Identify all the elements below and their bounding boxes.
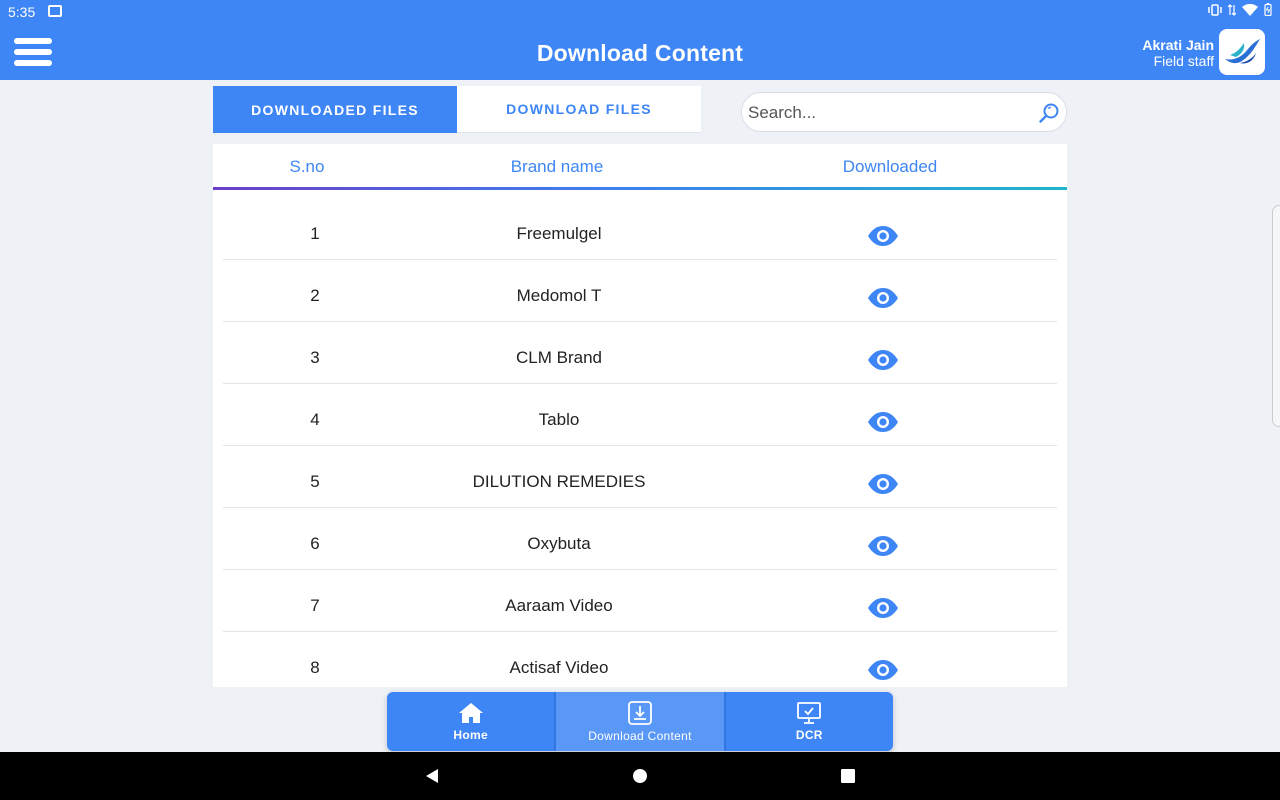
- cell-brand-name: Tablo: [538, 410, 580, 429]
- table-row: 1 Freemulgel: [223, 198, 1057, 260]
- header-divider: [213, 187, 1067, 190]
- table-row: 6 Oxybuta: [223, 508, 1057, 570]
- view-file-button[interactable]: [863, 410, 903, 434]
- nav-dcr-label: DCR: [795, 728, 823, 742]
- cell-sno: 3: [310, 348, 320, 367]
- column-header-sno: S.no: [289, 157, 325, 176]
- eye-icon: [868, 474, 898, 494]
- eye-icon: [868, 226, 898, 246]
- brands-table: S.no Brand name Downloaded 1 Freemulgel 2 M…: [213, 144, 1067, 687]
- search-icon[interactable]: [1038, 102, 1060, 124]
- status-time: 5:35: [8, 4, 36, 20]
- eye-icon: [868, 288, 898, 308]
- view-file-button[interactable]: [863, 658, 903, 682]
- column-header-downloaded: Downloaded: [842, 157, 938, 176]
- user-name: Akrati Jain: [1142, 37, 1214, 53]
- cell-sno: 1: [310, 224, 320, 243]
- system-navigation-bar: [0, 752, 1280, 800]
- nav-dcr[interactable]: DCR: [726, 692, 893, 751]
- nav-home[interactable]: Home: [387, 692, 554, 751]
- table-row: 5 DILUTION REMEDIES: [223, 446, 1057, 508]
- table-row: 7 Aaraam Video: [223, 570, 1057, 632]
- view-file-button[interactable]: [863, 472, 903, 496]
- eye-icon: [868, 536, 898, 556]
- bird-logo-icon: [1225, 39, 1260, 64]
- cell-sno: 7: [310, 596, 320, 615]
- view-file-button[interactable]: [863, 286, 903, 310]
- view-file-button[interactable]: [863, 596, 903, 620]
- cell-sno: 2: [310, 286, 320, 305]
- image-notification-icon: [48, 5, 62, 17]
- eye-icon: [868, 412, 898, 432]
- tab-download-files[interactable]: DOWNLOAD FILES: [457, 86, 701, 133]
- cell-brand-name: CLM Brand: [516, 348, 602, 367]
- nav-home-label: Home: [453, 728, 488, 742]
- table-row: 3 CLM Brand: [223, 322, 1057, 384]
- monitor-check-icon: [797, 702, 822, 724]
- battery-icon: [1264, 3, 1272, 16]
- back-icon[interactable]: [424, 768, 440, 784]
- nav-download-content[interactable]: Download Content: [556, 692, 724, 751]
- recent-apps-icon[interactable]: [841, 769, 855, 783]
- search-input[interactable]: [748, 101, 1028, 125]
- table-row: 2 Medomol T: [223, 260, 1057, 322]
- cell-sno: 5: [310, 472, 320, 491]
- table-header: S.no Brand name Downloaded: [213, 144, 1067, 191]
- view-file-button[interactable]: [863, 348, 903, 372]
- cell-sno: 6: [310, 534, 320, 553]
- home-icon: [458, 703, 483, 723]
- cell-sno: 8: [310, 658, 320, 677]
- view-file-button[interactable]: [863, 534, 903, 558]
- nav-download-content-label: Download Content: [588, 729, 692, 743]
- bottom-nav: Home Download Content DCR: [387, 692, 893, 751]
- status-icons: [1208, 3, 1272, 16]
- user-role: Field staff: [1153, 53, 1214, 69]
- eye-icon: [868, 598, 898, 618]
- tab-downloaded-files[interactable]: DOWNLOADED FILES: [213, 86, 457, 133]
- download-icon: [628, 701, 652, 725]
- wifi-icon: [1242, 3, 1258, 16]
- content-tabs: DOWNLOADED FILES DOWNLOAD FILES: [213, 86, 701, 133]
- user-info: Akrati Jain Field staff: [1142, 37, 1214, 69]
- data-arrows-icon: [1228, 3, 1236, 16]
- home-circle-icon[interactable]: [633, 769, 647, 783]
- view-file-button[interactable]: [863, 224, 903, 248]
- cell-brand-name: Actisaf Video: [509, 658, 609, 677]
- app-header: 5:35 Download Content Akrati Jain Field …: [0, 0, 1280, 80]
- page-title: Download Content: [536, 40, 744, 66]
- eye-icon: [868, 350, 898, 370]
- search-box: [741, 92, 1067, 132]
- table-row: 4 Tablo: [223, 384, 1057, 446]
- cell-brand-name: DILUTION REMEDIES: [472, 472, 646, 491]
- cell-sno: 4: [310, 410, 320, 429]
- eye-icon: [868, 660, 898, 680]
- avatar[interactable]: [1219, 29, 1265, 75]
- table-row: 8 Actisaf Video: [223, 632, 1057, 687]
- edge-panel-handle[interactable]: [1272, 205, 1280, 427]
- cell-brand-name: Freemulgel: [516, 224, 602, 243]
- column-header-brand: Brand name: [510, 157, 604, 176]
- cell-brand-name: Aaraam Video: [505, 596, 613, 615]
- cell-brand-name: Oxybuta: [527, 534, 591, 553]
- cell-brand-name: Medomol T: [516, 286, 602, 305]
- vibrate-icon: [1208, 3, 1222, 16]
